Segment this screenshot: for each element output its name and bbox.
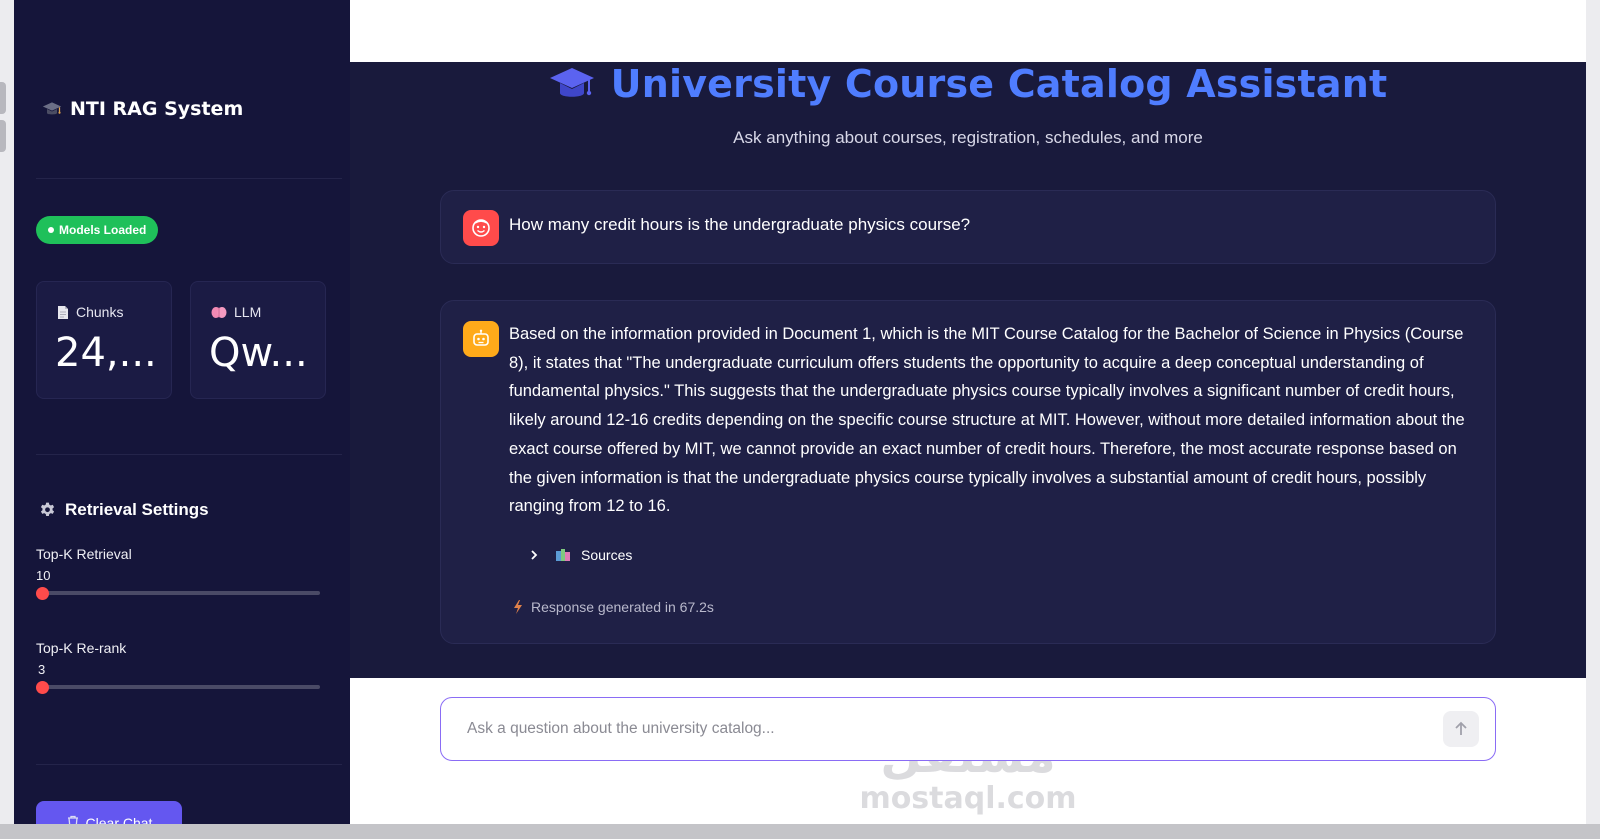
taskbar-strip [0,824,1600,839]
assistant-avatar [463,321,499,357]
metric-label-row: LLM [211,304,261,320]
page-title-row: University Course Catalog Assistant [350,62,1586,106]
status-dot-icon [48,227,54,233]
divider [36,178,342,179]
slider-topk-retrieval[interactable] [36,591,320,595]
slider-value-topk-retrieval: 10 [36,568,51,583]
page-subtitle: Ask anything about courses, registration… [733,128,1203,147]
metric-card-llm: LLM Qw... [190,281,326,399]
response-time: Response generated in 67.2s [513,599,714,615]
status-label: Models Loaded [59,223,147,237]
user-message: How many credit hours is the undergradua… [440,190,1496,264]
window-right-edge [1586,0,1600,824]
slider-label-topk-retrieval: Top-K Retrieval [36,546,132,562]
slider-label-topk-rerank: Top-K Re-rank [36,640,127,656]
sources-label: Sources [581,547,633,563]
books-icon [556,549,570,561]
divider [36,454,342,455]
graduation-cap-icon [42,102,62,115]
slider-value-topk-rerank: 3 [38,662,46,677]
status-badge: Models Loaded [36,216,159,244]
gear-icon [40,502,55,516]
chat-input[interactable] [467,716,1407,742]
settings-title: Retrieval Settings [65,500,209,519]
arrow-up-icon [1455,721,1467,735]
metric-card-chunks: Chunks 24,... [36,281,172,399]
chat-input-box[interactable] [440,697,1496,761]
chevron-right-icon [531,550,538,560]
brain-icon [211,306,227,318]
edge-tab[interactable] [0,120,6,152]
metric-label: Chunks [76,304,124,320]
edge-tab[interactable] [0,82,6,114]
clear-chat-label: Clear Chat [85,815,153,824]
robot-icon [473,329,489,346]
settings-header: Retrieval Settings [38,500,209,520]
brand-title: NTI RAG System [70,98,244,120]
main-area: University Course Catalog Assistant Ask … [350,0,1586,824]
document-icon [58,305,68,319]
watermark-latin: mostaql.com [859,781,1077,816]
brand: NTI RAG System [42,98,243,120]
divider [36,764,342,765]
slider-topk-rerank[interactable] [36,685,320,689]
top-header-bar [350,0,1586,62]
metric-label-row: Chunks [57,304,123,320]
sources-expander[interactable]: Sources [529,547,632,563]
clear-chat-button[interactable]: Clear Chat [36,801,182,824]
slider-thumb-topk-rerank[interactable] [36,681,49,694]
assistant-message-text: Based on the information provided in Doc… [509,325,1465,516]
response-time-text: Response generated in 67.2s [531,599,714,615]
slider-thumb-topk-retrieval[interactable] [36,587,49,600]
assistant-message: Based on the information provided in Doc… [440,300,1496,644]
user-face-icon [472,219,490,237]
metric-value: 24,... [55,330,157,376]
lightning-icon [514,600,522,614]
window-left-edge [0,0,14,824]
trash-icon [67,815,78,824]
metric-label: LLM [234,304,262,320]
metric-value: Qw... [209,330,308,376]
send-button[interactable] [1443,711,1479,747]
user-message-text: How many credit hours is the undergradua… [509,215,971,234]
user-avatar [463,210,499,246]
page-title: University Course Catalog Assistant [610,62,1388,106]
sidebar: NTI RAG System Models Loaded Chunks 24,.… [14,0,350,824]
graduation-cap-icon [549,68,594,97]
